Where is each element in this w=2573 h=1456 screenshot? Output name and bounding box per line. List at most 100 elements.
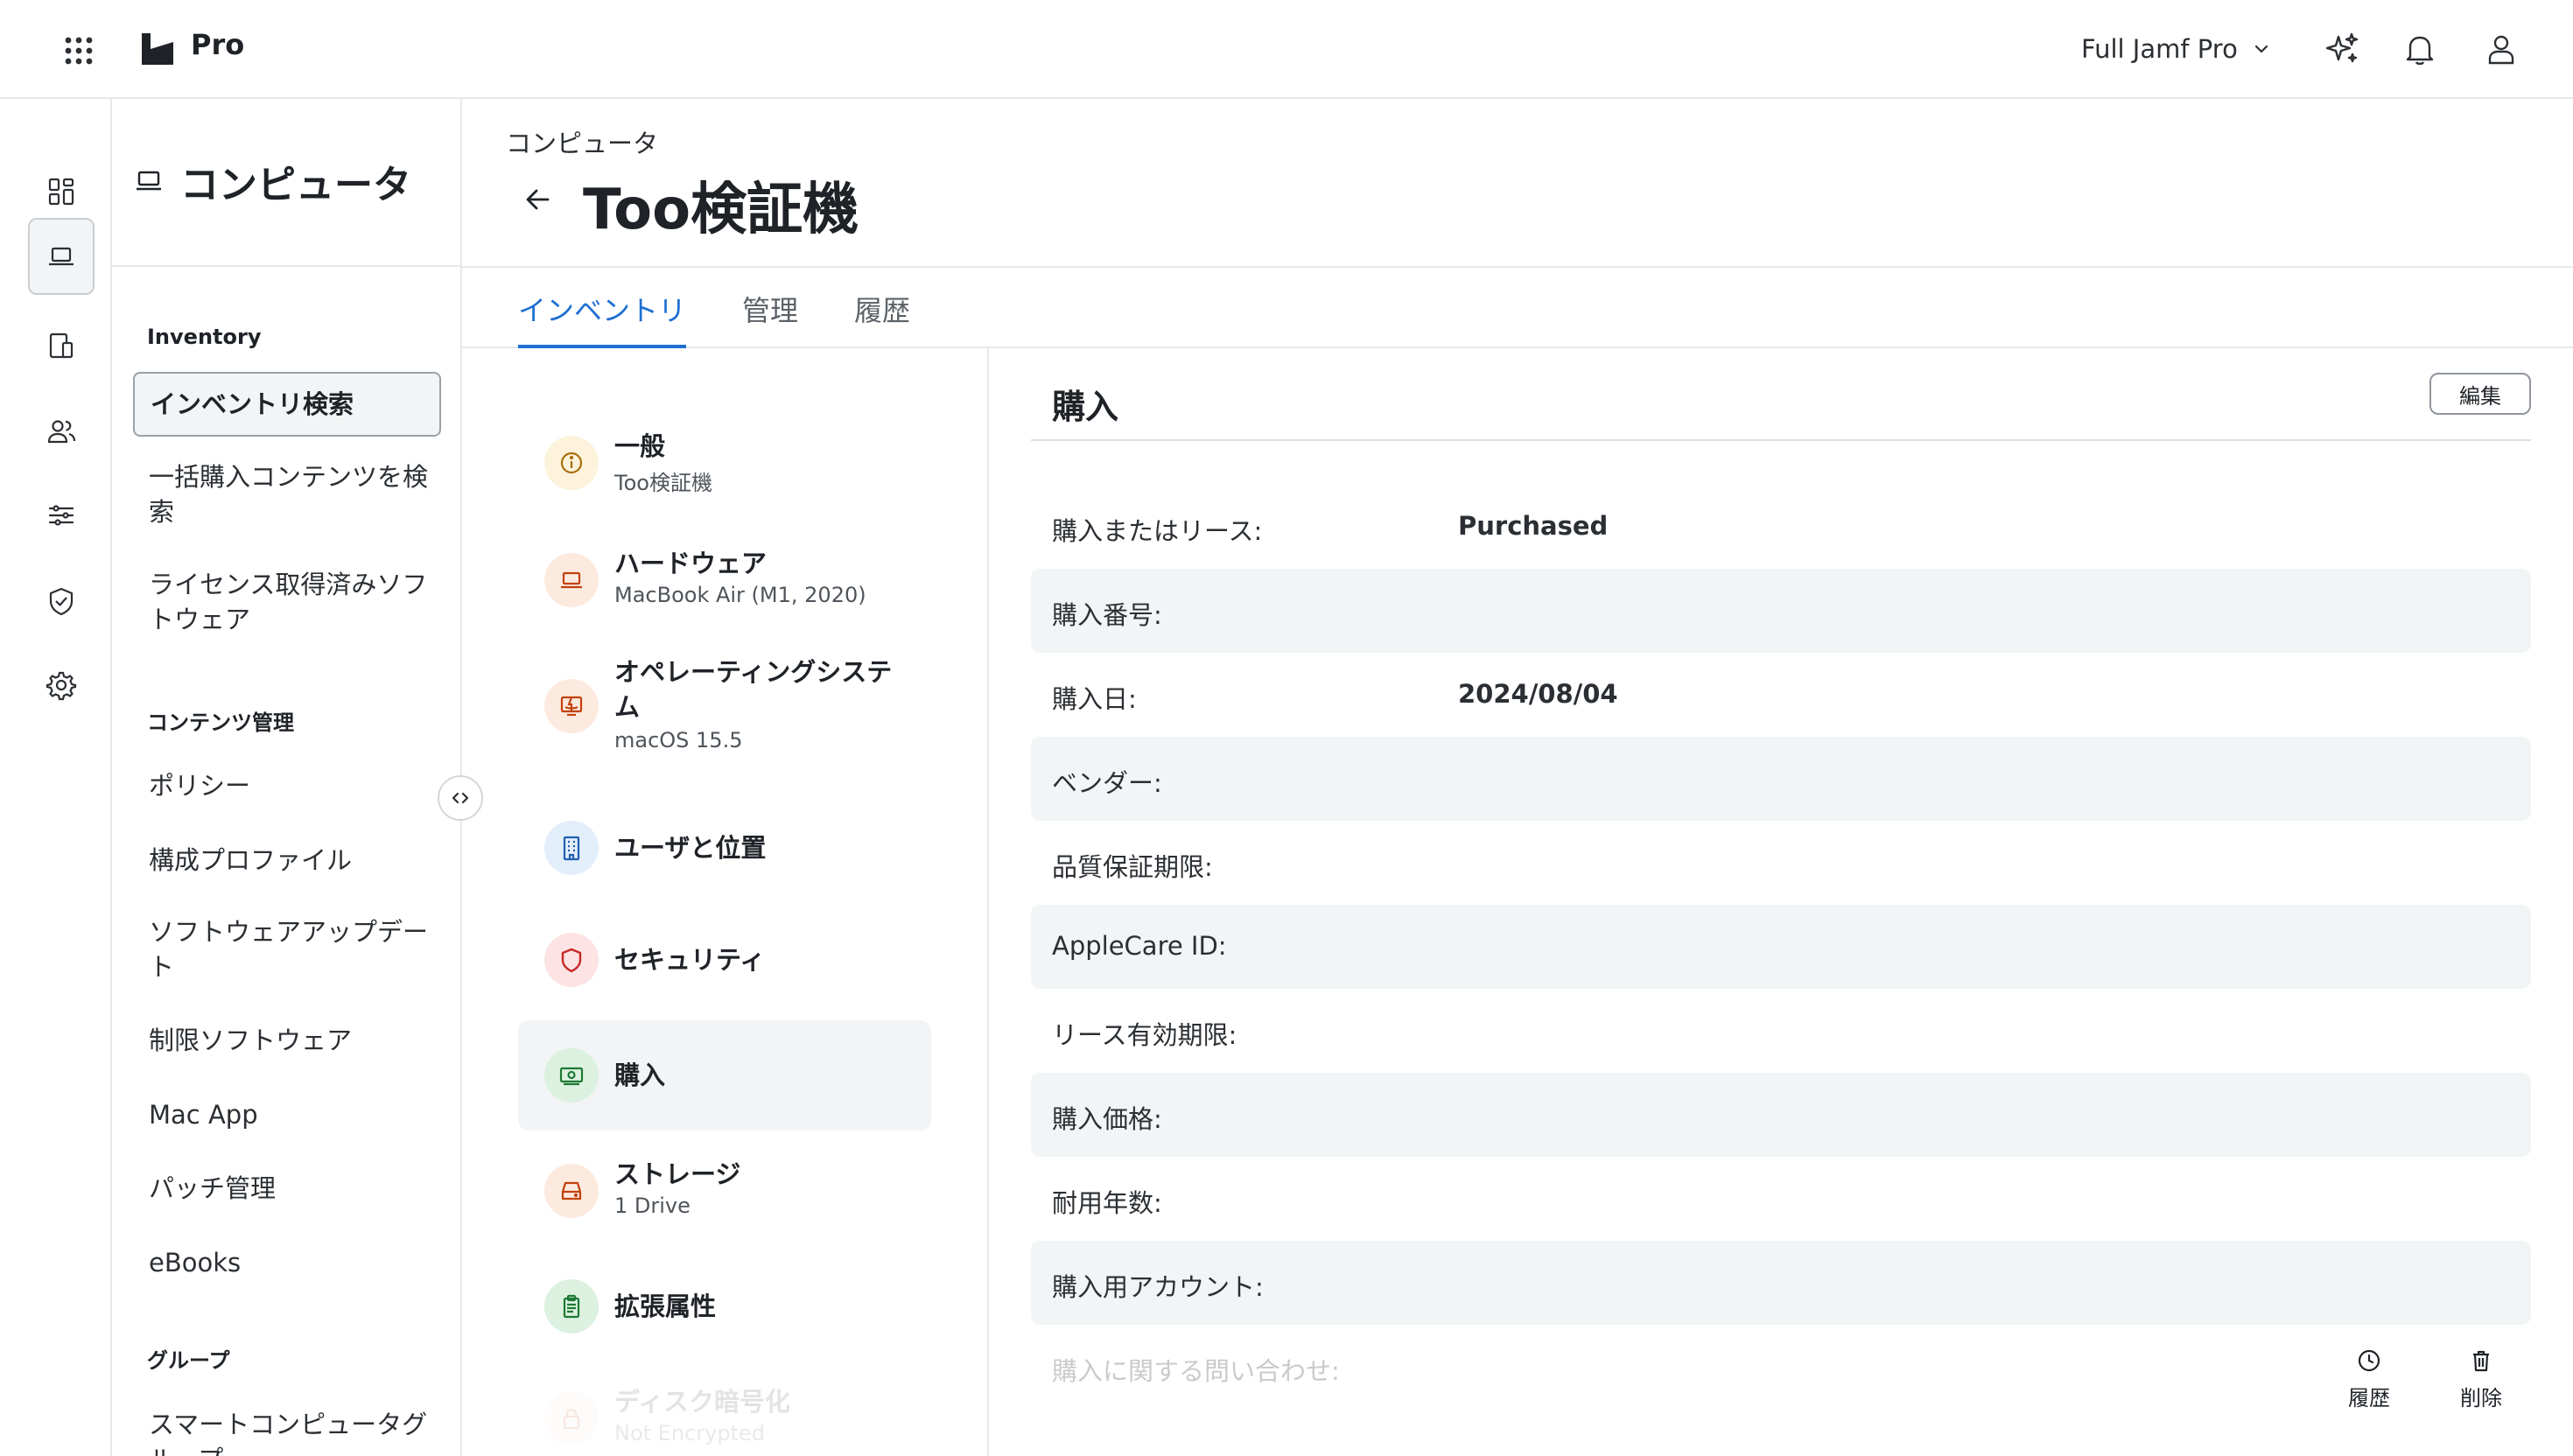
tab-management[interactable]: 管理 bbox=[742, 289, 798, 348]
field-life-expectancy: 耐用年数: bbox=[1031, 1157, 2531, 1241]
sparkle-icon[interactable] bbox=[2323, 30, 2361, 68]
category-name: 一般 bbox=[614, 431, 666, 461]
shield-check-icon[interactable] bbox=[28, 563, 95, 640]
settings-sliders-icon[interactable] bbox=[28, 477, 95, 554]
jamf-logo-icon[interactable] bbox=[138, 30, 177, 68]
mobile-devices-icon[interactable] bbox=[28, 307, 95, 384]
money-icon bbox=[544, 1048, 599, 1102]
delete-label: 削除 bbox=[2460, 1386, 2502, 1410]
group-heading-content: コンテンツ管理 bbox=[147, 710, 294, 735]
group-heading-groups: グループ bbox=[147, 1348, 230, 1373]
field-label: AppleCare ID: bbox=[1052, 931, 1227, 961]
sidebar-item-smart-groups[interactable]: スマートコンピュータグループ bbox=[149, 1407, 446, 1456]
laptop-icon bbox=[137, 171, 161, 191]
category-general[interactable]: 一般 Too検証機 bbox=[518, 408, 931, 518]
back-arrow-icon[interactable] bbox=[522, 184, 557, 215]
category-operating-system[interactable]: オペレーティングシステム macOS 15.5 bbox=[518, 642, 931, 772]
field-purchasing-contact: 購入に関する問い合わせ: bbox=[1031, 1325, 2531, 1409]
sidebar-item-restricted-software[interactable]: 制限ソフトウェア bbox=[149, 1023, 446, 1058]
tabs-bar: インベントリ 管理 履歴 bbox=[462, 266, 2573, 348]
history-label: 履歴 bbox=[2348, 1386, 2390, 1410]
category-sub: 1 Drive bbox=[614, 1194, 691, 1218]
clipboard-icon bbox=[544, 1279, 599, 1334]
field-label: 購入日: bbox=[1052, 684, 1137, 714]
gear-icon[interactable] bbox=[28, 647, 95, 724]
group-heading-inventory: Inventory bbox=[147, 325, 262, 349]
sidebar-item-inventory-search[interactable]: インベントリ検索 bbox=[133, 372, 441, 437]
lock-icon bbox=[544, 1391, 599, 1446]
category-sub: MacBook Air (M1, 2020) bbox=[614, 583, 866, 607]
category-storage[interactable]: ストレージ 1 Drive bbox=[518, 1136, 931, 1246]
category-sub: Too検証機 bbox=[614, 471, 712, 495]
category-name: 購入 bbox=[614, 1060, 666, 1090]
building-icon bbox=[544, 821, 599, 875]
category-extension-attributes[interactable]: 拡張属性 bbox=[518, 1251, 931, 1362]
sidebar-item-ebooks[interactable]: eBooks bbox=[149, 1245, 446, 1280]
field-purchasing-account: 購入用アカウント: bbox=[1031, 1241, 2531, 1325]
field-vendor: ベンダー: bbox=[1031, 737, 2531, 821]
chevron-down-icon bbox=[2254, 45, 2268, 53]
field-po-number: 購入番号: bbox=[1031, 569, 2531, 653]
sidebar-item-licensed-software[interactable]: ライセンス取得済みソフトウェア bbox=[149, 567, 446, 637]
field-label: 耐用年数: bbox=[1052, 1188, 1162, 1218]
environment-label: Full Jamf Pro bbox=[2081, 34, 2238, 64]
field-label: 品質保証期限: bbox=[1052, 852, 1213, 882]
sidebar-item-software-updates[interactable]: ソフトウェアアップデート bbox=[149, 914, 446, 984]
page-title: Too検証機 bbox=[583, 178, 859, 242]
history-button[interactable]: 履歴 bbox=[2338, 1348, 2400, 1418]
clock-icon bbox=[2358, 1349, 2380, 1372]
computer-icon[interactable] bbox=[28, 218, 95, 295]
category-disk-encryption[interactable]: ディスク暗号化 Not Encrypted bbox=[518, 1363, 931, 1456]
field-po-date: 購入日: 2024/08/04 bbox=[1031, 653, 2531, 737]
field-applecare-id: AppleCare ID: bbox=[1031, 905, 2531, 989]
category-name: ハードウェア bbox=[614, 549, 768, 578]
info-icon bbox=[544, 436, 599, 490]
top-bar: Pro Full Jamf Pro bbox=[0, 0, 2573, 99]
inventory-category-list: 一般 Too検証機 ハードウェア MacBook Air (M1, 2020) … bbox=[462, 348, 989, 1456]
category-purchase[interactable]: 購入 bbox=[518, 1020, 931, 1130]
category-sub: Not Encrypted bbox=[614, 1421, 765, 1446]
tab-history[interactable]: 履歴 bbox=[854, 289, 910, 348]
field-lease-expiration: リース有効期限: bbox=[1031, 989, 2531, 1073]
category-name: セキュリティ bbox=[614, 945, 766, 975]
field-label: リース有効期限: bbox=[1052, 1020, 1237, 1050]
delete-button[interactable]: 削除 bbox=[2450, 1348, 2512, 1418]
field-value: 2024/08/04 bbox=[1458, 679, 1618, 709]
edit-button[interactable]: 編集 bbox=[2429, 373, 2531, 415]
users-icon[interactable] bbox=[28, 393, 95, 470]
breadcrumb[interactable]: コンピュータ bbox=[506, 123, 658, 160]
field-label: 購入価格: bbox=[1052, 1104, 1162, 1134]
trash-icon bbox=[2473, 1350, 2489, 1372]
category-name: ストレージ bbox=[614, 1159, 741, 1189]
category-hardware[interactable]: ハードウェア MacBook Air (M1, 2020) bbox=[518, 525, 931, 635]
sidebar-item-config-profiles[interactable]: 構成プロファイル bbox=[149, 843, 446, 878]
drive-icon bbox=[544, 1164, 599, 1218]
finder-icon bbox=[544, 679, 599, 733]
category-user-location[interactable]: ユーザと位置 bbox=[518, 793, 931, 903]
brand-name[interactable]: Pro bbox=[191, 28, 244, 61]
environment-selector[interactable]: Full Jamf Pro bbox=[2081, 32, 2271, 66]
sidebar-item-patch-management[interactable]: パッチ管理 bbox=[149, 1171, 446, 1206]
field-purchase-price: 購入価格: bbox=[1031, 1073, 2531, 1157]
sidebar-title: コンピュータ bbox=[180, 163, 411, 207]
category-sub: macOS 15.5 bbox=[614, 728, 743, 752]
category-name: ユーザと位置 bbox=[614, 833, 767, 863]
section-title: 購入 bbox=[1052, 388, 1119, 426]
field-label: 購入番号: bbox=[1052, 600, 1162, 630]
tab-inventory[interactable]: インベントリ bbox=[518, 289, 687, 348]
laptop-icon bbox=[544, 553, 599, 607]
sidebar-item-bulk-search[interactable]: 一括購入コンテンツを検索 bbox=[149, 459, 446, 529]
category-name: オペレーティングシステム bbox=[614, 657, 893, 722]
apps-grid-icon[interactable] bbox=[61, 33, 96, 68]
shield-icon bbox=[544, 933, 599, 987]
field-label: 購入またはリース: bbox=[1052, 516, 1263, 546]
field-label: 購入に関する問い合わせ: bbox=[1052, 1356, 1340, 1386]
nav-rail bbox=[0, 99, 112, 1456]
bell-icon[interactable] bbox=[2401, 30, 2439, 68]
sidebar-header: コンピュータ bbox=[112, 99, 460, 267]
category-security[interactable]: セキュリティ bbox=[518, 905, 931, 1015]
sidebar-item-mac-app[interactable]: Mac App bbox=[149, 1097, 446, 1132]
field-label: ベンダー: bbox=[1052, 768, 1162, 798]
sidebar-item-policies[interactable]: ポリシー bbox=[149, 768, 446, 803]
user-icon[interactable] bbox=[2482, 30, 2520, 68]
